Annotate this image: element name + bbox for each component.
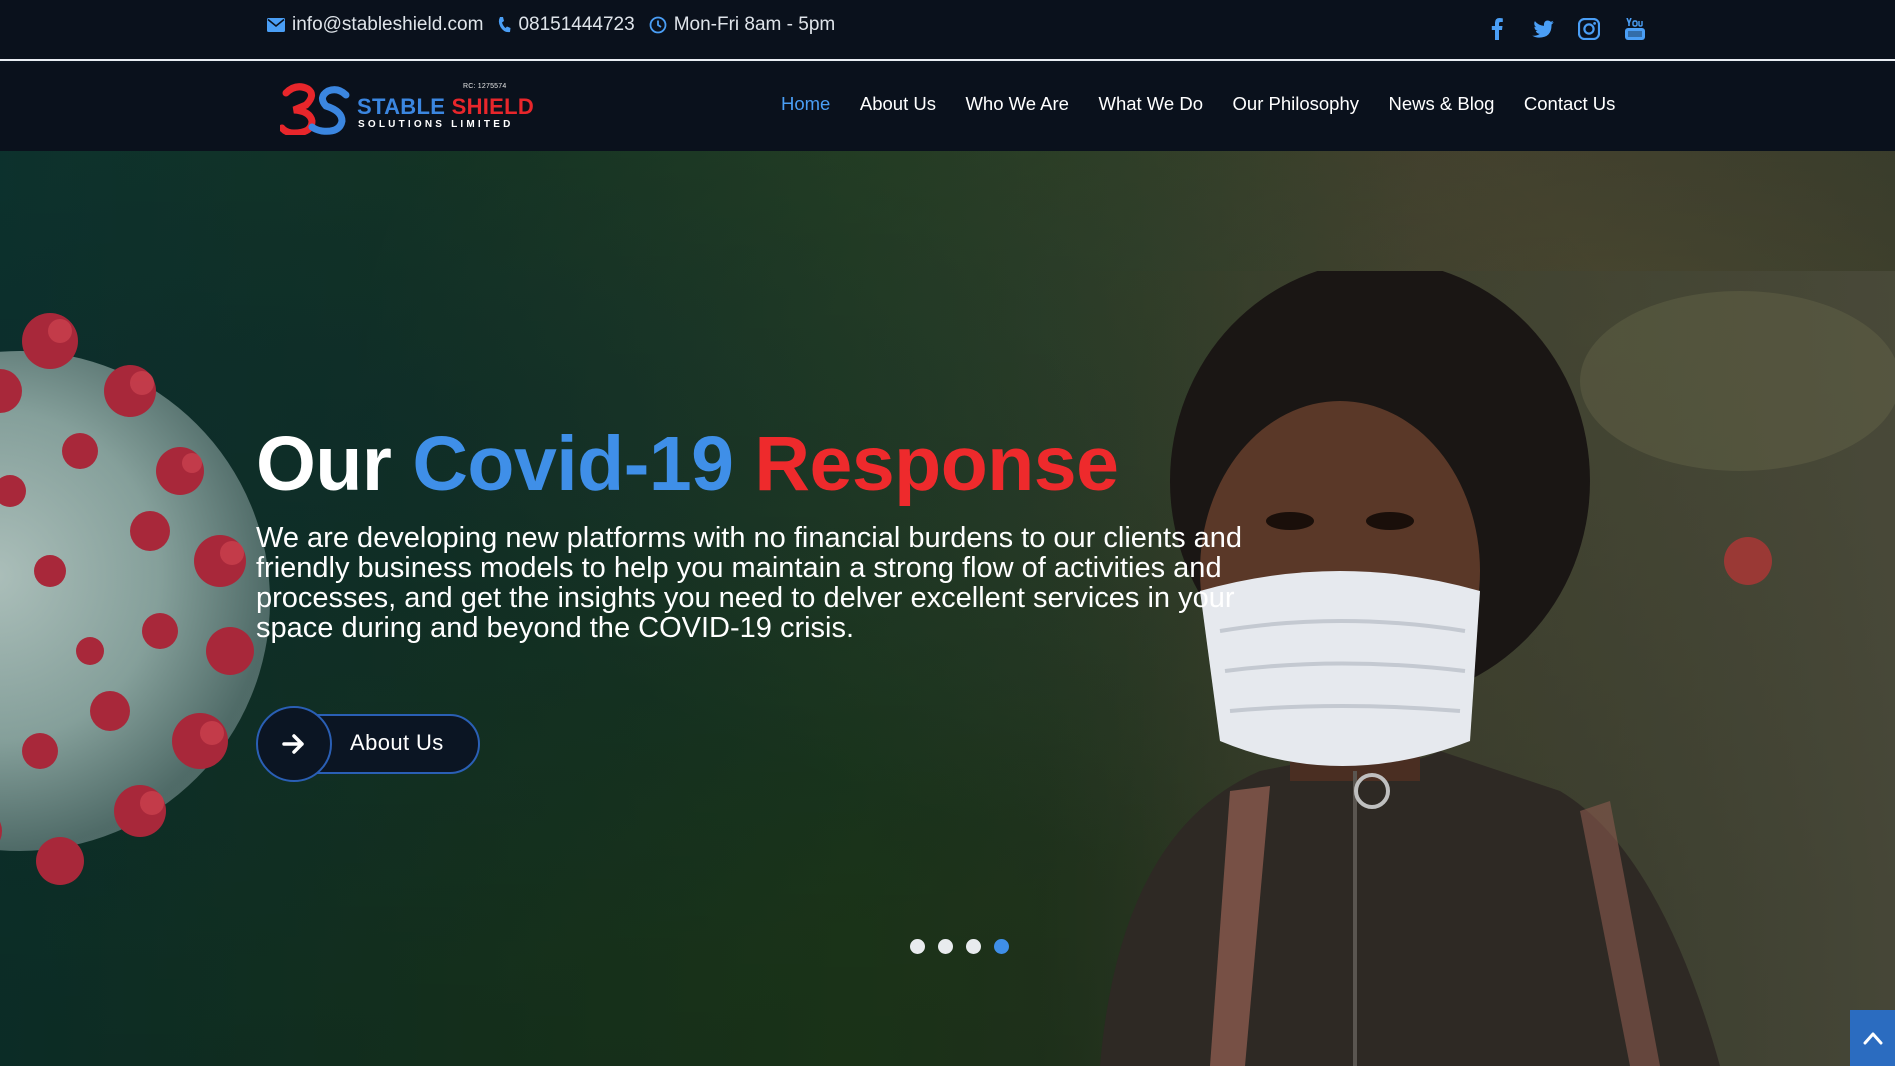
arrow-right-icon [256, 706, 332, 782]
youtube-icon[interactable] [1623, 16, 1647, 42]
facebook-icon[interactable] [1485, 16, 1509, 42]
nav-contact-us[interactable]: Contact Us [1524, 93, 1616, 115]
email-contact[interactable]: info@stableshield.com [267, 14, 483, 36]
nav-our-philosophy[interactable]: Our Philosophy [1233, 93, 1359, 115]
nav-home[interactable]: Home [781, 93, 830, 115]
phone-icon [497, 16, 511, 34]
masked-woman-image [1040, 271, 1895, 1066]
email-text: info@stableshield.com [292, 14, 484, 35]
nav-who-we-are[interactable]: Who We Are [965, 93, 1069, 115]
logo-subtitle: SOLUTIONS LIMITED [358, 119, 514, 130]
slider-dots [910, 939, 1009, 954]
slide-dot-4[interactable] [994, 939, 1009, 954]
site-logo[interactable]: RC: 1275574 STABLE SHIELD SOLUTIONS LIMI… [280, 81, 534, 135]
hero-title: Our Covid-19 Response [256, 421, 1119, 507]
instagram-icon[interactable] [1577, 16, 1601, 42]
nav-news-blog[interactable]: News & Blog [1389, 93, 1495, 115]
slide-dot-1[interactable] [910, 939, 925, 954]
hero-description: We are developing new platforms with no … [256, 522, 1243, 644]
slide-dot-3[interactable] [966, 939, 981, 954]
clock-icon [649, 16, 667, 34]
top-bar: info@stableshield.com 08151444723 Mon-Fr… [0, 0, 1895, 61]
hero-slider: Our Covid-19 Response We are developing … [0, 151, 1895, 1066]
cta-label: About Us [350, 730, 444, 755]
nav-what-we-do[interactable]: What We Do [1098, 93, 1203, 115]
logo-mark-icon [280, 83, 350, 135]
logo-rc-number: RC: 1275574 [463, 83, 507, 90]
phone-contact[interactable]: 08151444723 [497, 14, 635, 36]
nav-about-us[interactable]: About Us [860, 93, 936, 115]
main-menu: Home About Us Who We Are What We Do Our … [781, 93, 1615, 115]
slide-dot-2[interactable] [938, 939, 953, 954]
social-links [1485, 16, 1647, 42]
hours-info: Mon-Fri 8am - 5pm [649, 14, 836, 36]
hours-text: Mon-Fri 8am - 5pm [673, 14, 836, 35]
scroll-to-top-button[interactable] [1850, 1010, 1895, 1066]
main-navbar: RC: 1275574 STABLE SHIELD SOLUTIONS LIMI… [0, 63, 1895, 151]
contact-info: info@stableshield.com 08151444723 Mon-Fr… [267, 14, 835, 36]
envelope-icon [267, 18, 285, 32]
chevron-up-icon [1863, 1032, 1882, 1045]
about-us-cta-button[interactable]: About Us [256, 706, 481, 782]
twitter-icon[interactable] [1531, 16, 1555, 42]
logo-brand: STABLE SHIELD [357, 94, 535, 119]
phone-text: 08151444723 [518, 14, 635, 35]
